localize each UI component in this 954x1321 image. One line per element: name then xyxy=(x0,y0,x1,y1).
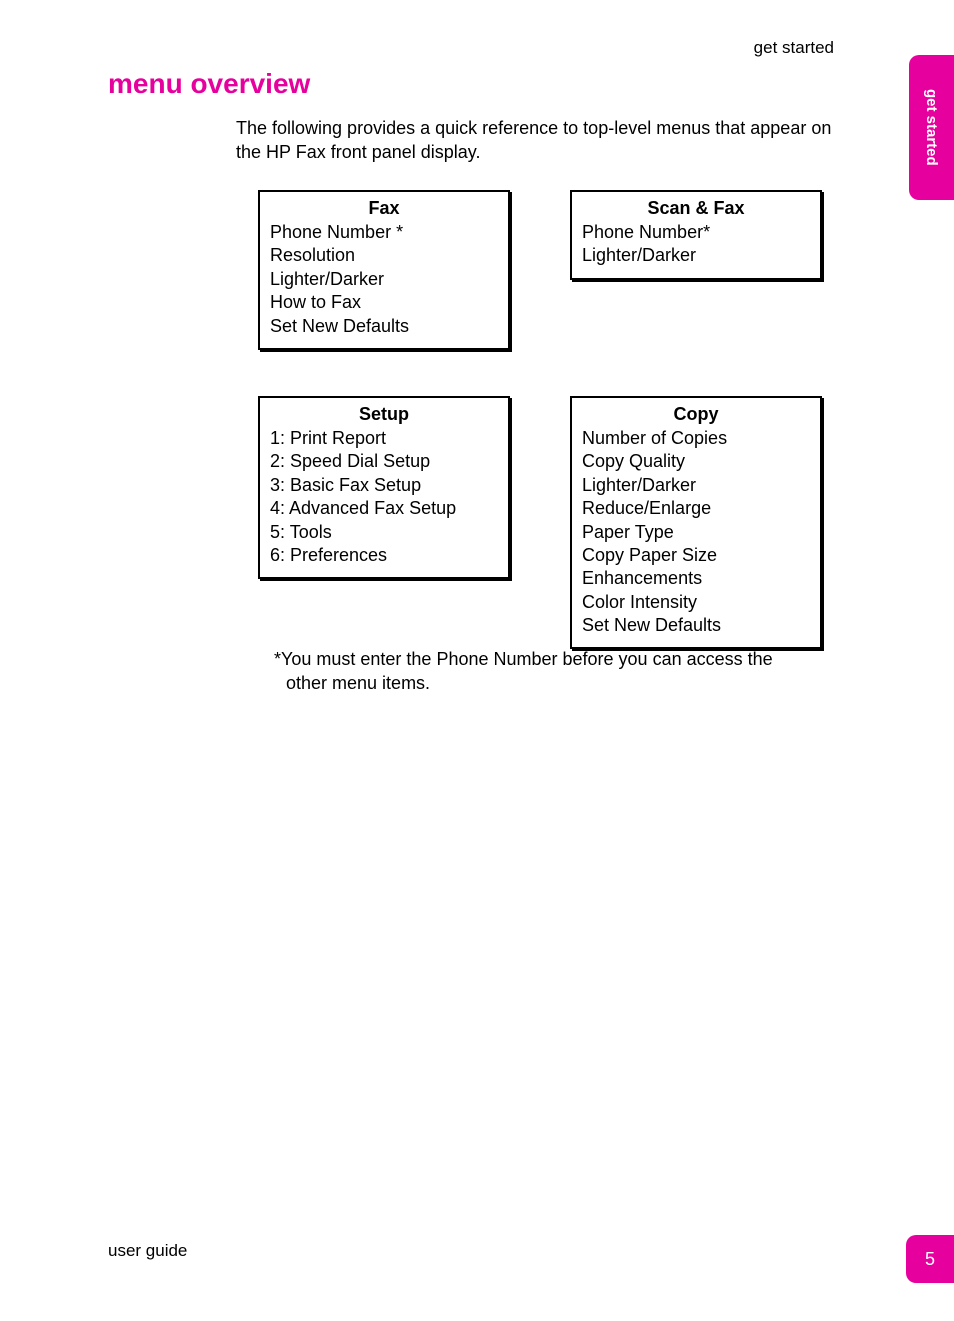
page-title: menu overview xyxy=(108,68,310,100)
page-number: 5 xyxy=(906,1235,954,1283)
side-tab: get started xyxy=(909,55,954,200)
menu-item: Copy Quality xyxy=(582,450,810,473)
menu-title-setup: Setup xyxy=(270,404,498,425)
menu-box-scanfax: Scan & Fax Phone Number* Lighter/Darker xyxy=(570,190,822,280)
menu-box-fax: Fax Phone Number * Resolution Lighter/Da… xyxy=(258,190,510,350)
menu-box-copy: Copy Number of Copies Copy Quality Light… xyxy=(570,396,822,650)
menu-row-1: Fax Phone Number * Resolution Lighter/Da… xyxy=(258,190,828,350)
intro-text: The following provides a quick reference… xyxy=(236,116,846,165)
menu-item: Set New Defaults xyxy=(270,315,498,338)
menu-item: Lighter/Darker xyxy=(582,474,810,497)
menu-item: Set New Defaults xyxy=(582,614,810,637)
menu-item: 6: Preferences xyxy=(270,544,498,567)
menu-item: 1: Print Report xyxy=(270,427,498,450)
menu-item: Enhancements xyxy=(582,567,810,590)
menu-title-scanfax: Scan & Fax xyxy=(582,198,810,219)
menu-item: Copy Paper Size xyxy=(582,544,810,567)
menu-box-setup: Setup 1: Print Report 2: Speed Dial Setu… xyxy=(258,396,510,579)
menu-item: 2: Speed Dial Setup xyxy=(270,450,498,473)
menu-item: Paper Type xyxy=(582,521,810,544)
footnote: *You must enter the Phone Number before … xyxy=(274,647,794,696)
menu-title-copy: Copy xyxy=(582,404,810,425)
menu-item: Color Intensity xyxy=(582,591,810,614)
menu-item: Reduce/Enlarge xyxy=(582,497,810,520)
menu-item: Lighter/Darker xyxy=(582,244,810,267)
menu-grid: Fax Phone Number * Resolution Lighter/Da… xyxy=(258,190,828,695)
menu-item: 4: Advanced Fax Setup xyxy=(270,497,498,520)
header-chapter: get started xyxy=(754,38,834,58)
menu-title-fax: Fax xyxy=(270,198,498,219)
menu-item: How to Fax xyxy=(270,291,498,314)
menu-item: Resolution xyxy=(270,244,498,267)
footer-left: user guide xyxy=(108,1241,187,1261)
menu-item: 5: Tools xyxy=(270,521,498,544)
menu-item: Lighter/Darker xyxy=(270,268,498,291)
menu-item: Number of Copies xyxy=(582,427,810,450)
menu-item: Phone Number * xyxy=(270,221,498,244)
menu-item: Phone Number* xyxy=(582,221,810,244)
menu-item: 3: Basic Fax Setup xyxy=(270,474,498,497)
menu-row-2: Setup 1: Print Report 2: Speed Dial Setu… xyxy=(258,396,828,650)
